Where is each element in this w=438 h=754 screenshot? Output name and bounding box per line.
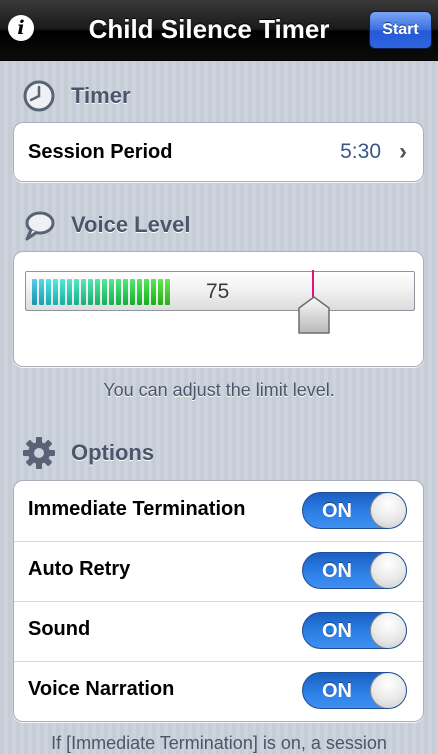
option-row-voice-narration: Voice Narration ON	[14, 661, 423, 721]
auto-retry-toggle[interactable]: ON	[302, 552, 407, 589]
meter-bar	[32, 279, 37, 305]
meter-bar	[144, 279, 149, 305]
session-period-value: 5:30	[340, 140, 381, 163]
toggle-state-text: ON	[322, 500, 352, 522]
toggle-knob	[370, 613, 406, 648]
option-row-auto-retry: Auto Retry ON	[14, 541, 423, 601]
meter-bar	[95, 279, 100, 305]
gear-icon	[23, 437, 55, 469]
immediate-termination-toggle[interactable]: ON	[302, 492, 407, 529]
info-icon[interactable]: i	[8, 15, 34, 41]
page-title: Child Silence Timer	[88, 14, 330, 44]
meter-bar	[74, 279, 79, 305]
meter-bar	[137, 279, 142, 305]
navigation-bar: i Child Silence Timer Start	[0, 0, 438, 61]
meter-bar	[123, 279, 128, 305]
meter-bar	[46, 279, 51, 305]
meter-bar	[81, 279, 86, 305]
options-section-title: Options	[71, 440, 155, 465]
toggle-state-text: ON	[322, 680, 352, 702]
option-label: Voice Narration	[28, 678, 175, 700]
option-label: Sound	[28, 618, 91, 640]
meter-bar	[39, 279, 44, 305]
meter-bar	[88, 279, 93, 305]
toggle-knob	[370, 673, 406, 708]
meter-bars	[32, 279, 172, 305]
voice-level-meter: 75	[25, 270, 415, 311]
meter-bar	[130, 279, 135, 305]
timer-section-title: Timer	[71, 83, 131, 108]
option-row-sound: Sound ON	[14, 601, 423, 661]
option-row-immediate-termination: Immediate Termination ON	[14, 481, 423, 541]
meter-value: 75	[206, 280, 230, 303]
toggle-state-text: ON	[322, 560, 352, 582]
timer-section-header: Timer	[22, 79, 131, 113]
voice-level-section-title: Voice Level	[71, 212, 191, 237]
voice-narration-toggle[interactable]: ON	[302, 672, 407, 709]
voice-level-section-header: Voice Level	[22, 208, 190, 242]
session-period-label: Session Period	[28, 141, 173, 163]
meter-bar	[158, 279, 163, 305]
toggle-knob	[370, 553, 406, 588]
start-button[interactable]: Start	[369, 11, 432, 49]
chevron-right-icon: ›	[399, 138, 407, 165]
meter-bar	[116, 279, 121, 305]
meter-bar	[67, 279, 72, 305]
voice-level-card: 75	[13, 251, 424, 367]
meter-bar	[102, 279, 107, 305]
meter-bar	[53, 279, 58, 305]
limit-slider-thumb[interactable]	[297, 294, 331, 336]
speech-bubble-icon	[25, 211, 55, 241]
meter-bar	[60, 279, 65, 305]
sound-toggle[interactable]: ON	[302, 612, 407, 649]
toggle-knob	[370, 493, 406, 528]
options-footer-note: If [Immediate Termination] is on, a sess…	[51, 733, 387, 753]
meter-bar	[165, 279, 170, 305]
options-section-header: Options	[22, 436, 154, 470]
meter-bar	[109, 279, 114, 305]
option-label: Auto Retry	[28, 558, 131, 580]
clock-icon	[23, 80, 55, 112]
voice-level-hint: You can adjust the limit level.	[103, 380, 335, 400]
meter-bar	[151, 279, 156, 305]
toggle-state-text: ON	[322, 620, 352, 642]
session-period-row[interactable]: Session Period 5:30 ›	[13, 122, 424, 182]
option-label: Immediate Termination	[28, 498, 246, 520]
options-card: Immediate Termination ON Auto Retry ON S…	[13, 480, 424, 722]
